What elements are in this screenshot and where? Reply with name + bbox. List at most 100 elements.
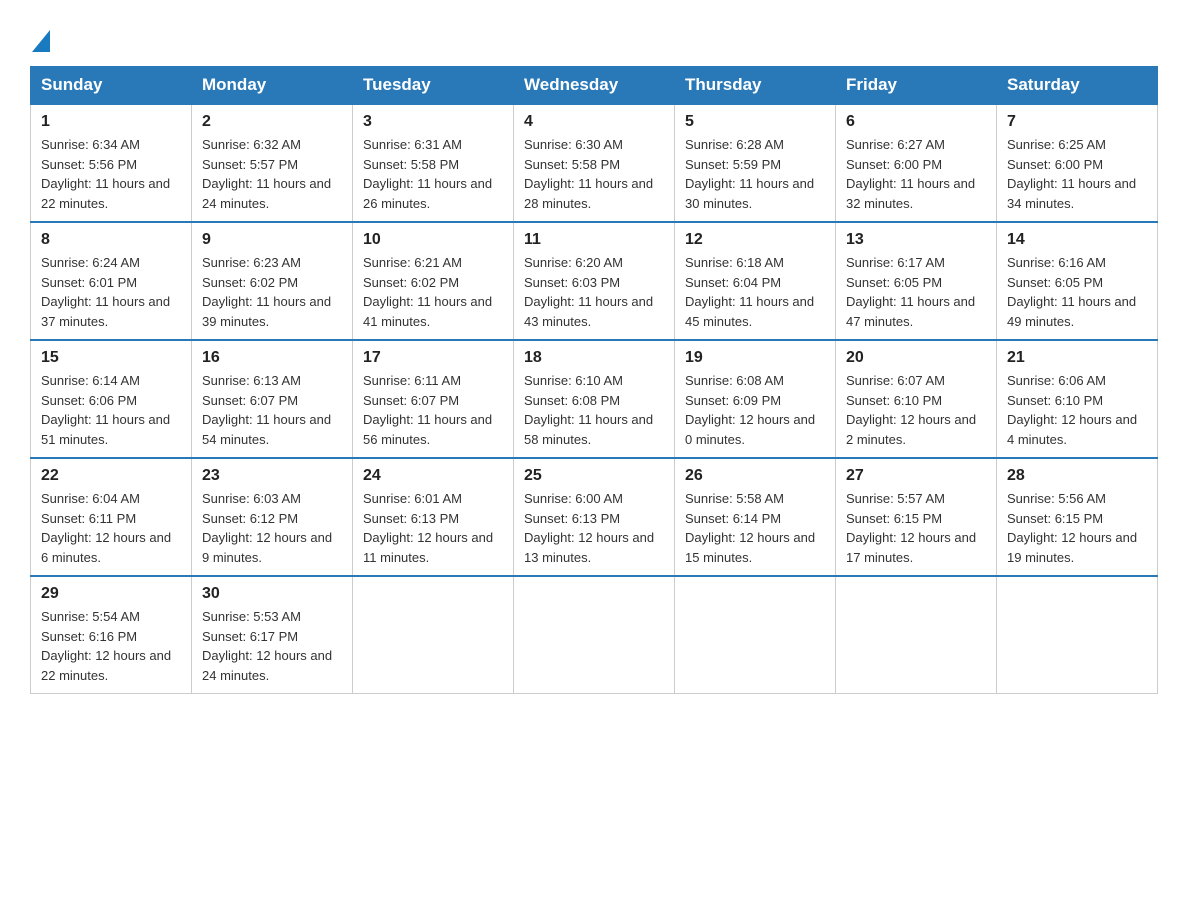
calendar-cell: 24 Sunrise: 6:01 AMSunset: 6:13 PMDayligh… <box>353 458 514 576</box>
calendar-cell: 20 Sunrise: 6:07 AMSunset: 6:10 PMDayligh… <box>836 340 997 458</box>
day-header-tuesday: Tuesday <box>353 67 514 105</box>
day-info: Sunrise: 6:20 AMSunset: 6:03 PMDaylight:… <box>524 255 653 329</box>
day-number: 6 <box>846 113 986 131</box>
day-info: Sunrise: 5:58 AMSunset: 6:14 PMDaylight:… <box>685 491 815 565</box>
day-number: 24 <box>363 467 503 485</box>
day-info: Sunrise: 6:28 AMSunset: 5:59 PMDaylight:… <box>685 137 814 211</box>
calendar-cell: 1 Sunrise: 6:34 AMSunset: 5:56 PMDaylight… <box>31 104 192 222</box>
day-number: 12 <box>685 231 825 249</box>
calendar-cell: 18 Sunrise: 6:10 AMSunset: 6:08 PMDayligh… <box>514 340 675 458</box>
day-info: Sunrise: 6:18 AMSunset: 6:04 PMDaylight:… <box>685 255 814 329</box>
day-number: 21 <box>1007 349 1147 367</box>
day-info: Sunrise: 6:24 AMSunset: 6:01 PMDaylight:… <box>41 255 170 329</box>
logo-arrow-icon <box>32 30 50 52</box>
calendar-cell: 21 Sunrise: 6:06 AMSunset: 6:10 PMDayligh… <box>997 340 1158 458</box>
calendar-cell: 16Sunrise: 6:13 AMSunset: 6:07 PMDayligh… <box>192 340 353 458</box>
calendar-cell: 4 Sunrise: 6:30 AMSunset: 5:58 PMDaylight… <box>514 104 675 222</box>
calendar-cell <box>514 576 675 694</box>
page-header <box>30 20 1158 56</box>
day-number: 4 <box>524 113 664 131</box>
day-number: 15 <box>41 349 181 367</box>
calendar-table: SundayMondayTuesdayWednesdayThursdayFrid… <box>30 66 1158 694</box>
day-info: Sunrise: 6:31 AMSunset: 5:58 PMDaylight:… <box>363 137 492 211</box>
calendar-cell: 30 Sunrise: 5:53 AMSunset: 6:17 PMDayligh… <box>192 576 353 694</box>
day-number: 9 <box>202 231 342 249</box>
day-info: Sunrise: 6:21 AMSunset: 6:02 PMDaylight:… <box>363 255 492 329</box>
day-header-saturday: Saturday <box>997 67 1158 105</box>
day-number: 25 <box>524 467 664 485</box>
calendar-cell: 29 Sunrise: 5:54 AMSunset: 6:16 PMDayligh… <box>31 576 192 694</box>
day-info: Sunrise: 6:00 AMSunset: 6:13 PMDaylight:… <box>524 491 654 565</box>
day-info: Sunrise: 6:13 AMSunset: 6:07 PMDaylight:… <box>202 373 331 447</box>
calendar-cell: 26 Sunrise: 5:58 AMSunset: 6:14 PMDayligh… <box>675 458 836 576</box>
day-header-sunday: Sunday <box>31 67 192 105</box>
day-info: Sunrise: 6:17 AMSunset: 6:05 PMDaylight:… <box>846 255 975 329</box>
day-info: Sunrise: 6:04 AMSunset: 6:11 PMDaylight:… <box>41 491 171 565</box>
day-info: Sunrise: 6:10 AMSunset: 6:08 PMDaylight:… <box>524 373 653 447</box>
calendar-week-row: 1 Sunrise: 6:34 AMSunset: 5:56 PMDaylight… <box>31 104 1158 222</box>
day-info: Sunrise: 6:16 AMSunset: 6:05 PMDaylight:… <box>1007 255 1136 329</box>
day-number: 10 <box>363 231 503 249</box>
calendar-cell: 23 Sunrise: 6:03 AMSunset: 6:12 PMDayligh… <box>192 458 353 576</box>
logo <box>30 30 52 56</box>
calendar-cell: 12 Sunrise: 6:18 AMSunset: 6:04 PMDayligh… <box>675 222 836 340</box>
day-number: 1 <box>41 113 181 131</box>
day-number: 17 <box>363 349 503 367</box>
calendar-cell: 7Sunrise: 6:25 AMSunset: 6:00 PMDaylight… <box>997 104 1158 222</box>
day-info: Sunrise: 6:23 AMSunset: 6:02 PMDaylight:… <box>202 255 331 329</box>
day-number: 7 <box>1007 113 1147 131</box>
calendar-cell: 10 Sunrise: 6:21 AMSunset: 6:02 PMDayligh… <box>353 222 514 340</box>
day-info: Sunrise: 6:30 AMSunset: 5:58 PMDaylight:… <box>524 137 653 211</box>
calendar-cell: 5 Sunrise: 6:28 AMSunset: 5:59 PMDaylight… <box>675 104 836 222</box>
calendar-week-row: 15 Sunrise: 6:14 AMSunset: 6:06 PMDayligh… <box>31 340 1158 458</box>
day-info: Sunrise: 6:11 AMSunset: 6:07 PMDaylight:… <box>363 373 492 447</box>
calendar-cell: 3 Sunrise: 6:31 AMSunset: 5:58 PMDaylight… <box>353 104 514 222</box>
calendar-cell: 13 Sunrise: 6:17 AMSunset: 6:05 PMDayligh… <box>836 222 997 340</box>
calendar-cell: 8 Sunrise: 6:24 AMSunset: 6:01 PMDaylight… <box>31 222 192 340</box>
calendar-cell: 14Sunrise: 6:16 AMSunset: 6:05 PMDayligh… <box>997 222 1158 340</box>
day-info: Sunrise: 6:07 AMSunset: 6:10 PMDaylight:… <box>846 373 976 447</box>
day-header-thursday: Thursday <box>675 67 836 105</box>
day-number: 28 <box>1007 467 1147 485</box>
calendar-cell: 28Sunrise: 5:56 AMSunset: 6:15 PMDayligh… <box>997 458 1158 576</box>
calendar-cell: 9 Sunrise: 6:23 AMSunset: 6:02 PMDaylight… <box>192 222 353 340</box>
calendar-cell <box>675 576 836 694</box>
day-number: 19 <box>685 349 825 367</box>
calendar-cell: 27 Sunrise: 5:57 AMSunset: 6:15 PMDayligh… <box>836 458 997 576</box>
day-number: 29 <box>41 585 181 603</box>
day-info: Sunrise: 6:14 AMSunset: 6:06 PMDaylight:… <box>41 373 170 447</box>
day-info: Sunrise: 5:57 AMSunset: 6:15 PMDaylight:… <box>846 491 976 565</box>
calendar-week-row: 29 Sunrise: 5:54 AMSunset: 6:16 PMDayligh… <box>31 576 1158 694</box>
day-number: 30 <box>202 585 342 603</box>
day-number: 18 <box>524 349 664 367</box>
day-info: Sunrise: 6:03 AMSunset: 6:12 PMDaylight:… <box>202 491 332 565</box>
calendar-cell: 25 Sunrise: 6:00 AMSunset: 6:13 PMDayligh… <box>514 458 675 576</box>
day-number: 8 <box>41 231 181 249</box>
day-number: 11 <box>524 231 664 249</box>
day-info: Sunrise: 6:08 AMSunset: 6:09 PMDaylight:… <box>685 373 815 447</box>
day-number: 20 <box>846 349 986 367</box>
day-number: 2 <box>202 113 342 131</box>
day-header-monday: Monday <box>192 67 353 105</box>
calendar-cell: 17 Sunrise: 6:11 AMSunset: 6:07 PMDayligh… <box>353 340 514 458</box>
day-header-wednesday: Wednesday <box>514 67 675 105</box>
calendar-cell: 22 Sunrise: 6:04 AMSunset: 6:11 PMDayligh… <box>31 458 192 576</box>
day-info: Sunrise: 5:54 AMSunset: 6:16 PMDaylight:… <box>41 609 171 683</box>
calendar-cell: 19 Sunrise: 6:08 AMSunset: 6:09 PMDayligh… <box>675 340 836 458</box>
calendar-cell <box>836 576 997 694</box>
day-number: 3 <box>363 113 503 131</box>
day-number: 13 <box>846 231 986 249</box>
day-number: 22 <box>41 467 181 485</box>
calendar-cell: 11 Sunrise: 6:20 AMSunset: 6:03 PMDayligh… <box>514 222 675 340</box>
day-info: Sunrise: 6:01 AMSunset: 6:13 PMDaylight:… <box>363 491 493 565</box>
day-number: 26 <box>685 467 825 485</box>
day-number: 27 <box>846 467 986 485</box>
day-number: 5 <box>685 113 825 131</box>
day-number: 23 <box>202 467 342 485</box>
day-info: Sunrise: 6:27 AMSunset: 6:00 PMDaylight:… <box>846 137 975 211</box>
day-info: Sunrise: 6:34 AMSunset: 5:56 PMDaylight:… <box>41 137 170 211</box>
day-info: Sunrise: 6:06 AMSunset: 6:10 PMDaylight:… <box>1007 373 1137 447</box>
day-info: Sunrise: 5:53 AMSunset: 6:17 PMDaylight:… <box>202 609 332 683</box>
calendar-header-row: SundayMondayTuesdayWednesdayThursdayFrid… <box>31 67 1158 105</box>
calendar-cell: 15 Sunrise: 6:14 AMSunset: 6:06 PMDayligh… <box>31 340 192 458</box>
